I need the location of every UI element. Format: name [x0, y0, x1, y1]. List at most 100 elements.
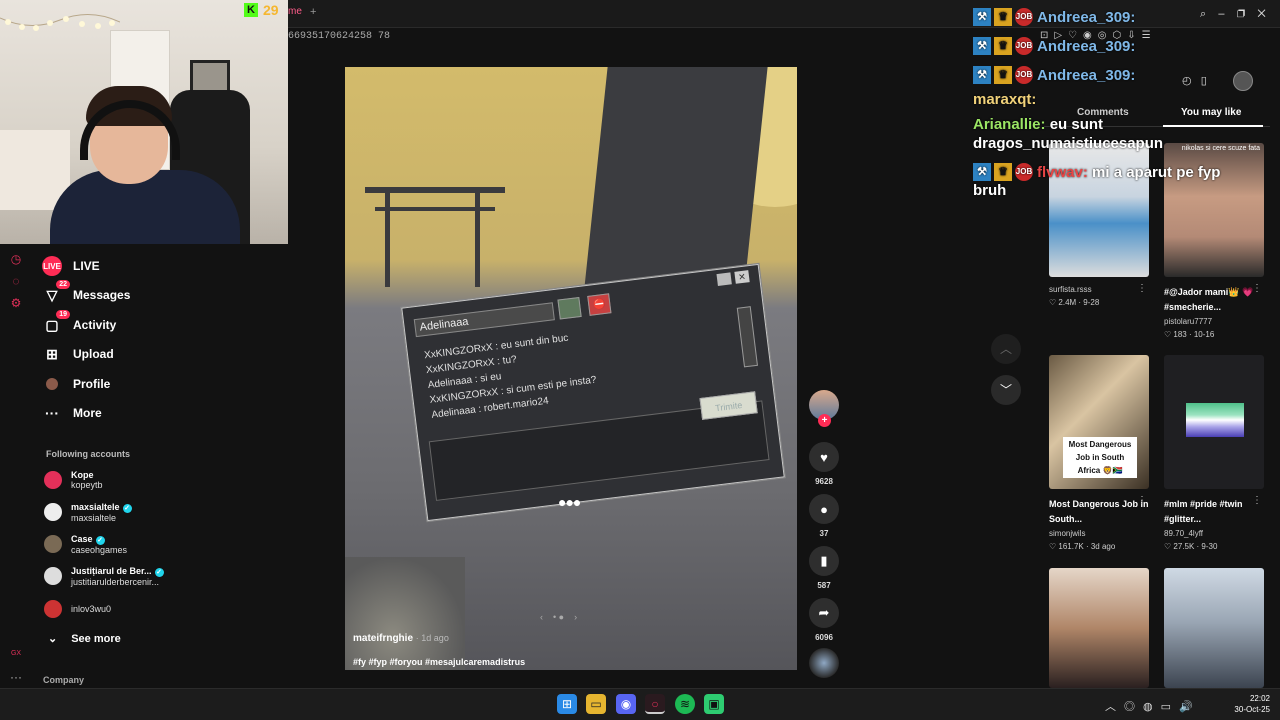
- chat-nick: Andreea_309:: [1037, 37, 1136, 55]
- phone-icon[interactable]: ▯: [1201, 75, 1207, 87]
- see-more-button[interactable]: ⌄ See more: [48, 632, 121, 645]
- save-button[interactable]: ▮ 587: [808, 546, 840, 590]
- hammer-badge-icon: ⚒: [973, 66, 991, 84]
- close-icon: ✕: [734, 270, 750, 284]
- window-controls[interactable]: ⌕ – ❐ ✕: [1200, 8, 1266, 21]
- loading-dots-icon: ●●●: [558, 494, 581, 510]
- panel-icons[interactable]: ◴ ▯: [1182, 74, 1207, 87]
- upload-icon: ⊞: [46, 345, 58, 362]
- activity-icon: ▢ 19: [42, 310, 70, 335]
- crown-badge-icon: ♛: [994, 163, 1012, 181]
- chat-nick: maraxqt:: [973, 91, 1037, 108]
- sidebar-item-more[interactable]: ··· More: [42, 400, 102, 426]
- sidebar-item-messages[interactable]: ▽ 22 Messages: [42, 280, 130, 308]
- webcam-overlay: [0, 0, 288, 244]
- account-item[interactable]: Case ✓ caseohgames: [44, 529, 127, 559]
- verified-icon: ✓: [95, 535, 105, 545]
- more-options-icon[interactable]: ⋮: [1137, 283, 1147, 294]
- share-button[interactable]: ➦ 6096: [808, 598, 840, 642]
- file-explorer-icon[interactable]: ▭: [586, 694, 606, 714]
- more-icon[interactable]: ···: [9, 670, 23, 684]
- account-item[interactable]: Justițiarul de Ber... ✓ justitiarulderberc…: [44, 561, 164, 591]
- crown-badge-icon: ♛: [994, 66, 1012, 84]
- send-icon: ▽ 22: [42, 280, 70, 305]
- chat-title: Adelinaaa: [413, 302, 555, 338]
- chat-block-icon: ⛔: [587, 293, 612, 316]
- see-more-label: See more: [71, 633, 121, 645]
- account-item[interactable]: maxsialtele ✓ maxsialtele: [44, 497, 132, 527]
- game-chat-window: Adelinaaa ⛔ ✕ XxKINGZORxX : eu sunt din …: [401, 263, 785, 522]
- chat-nick: flvwav:: [1037, 163, 1088, 181]
- company-link[interactable]: Company: [43, 675, 84, 685]
- post-date: · 1d ago: [415, 633, 449, 643]
- chat-message: dragos_numaistiucesapun: [973, 135, 1163, 152]
- sidebar-item-label: More: [73, 406, 102, 420]
- author-name: mateifrnghie: [353, 633, 414, 644]
- previous-video-button[interactable]: ︿: [991, 334, 1021, 364]
- more-options-icon[interactable]: ⋮: [1252, 495, 1262, 506]
- account-item[interactable]: Kope kopeytb: [44, 465, 103, 495]
- comment-button[interactable]: ● 37: [808, 494, 840, 538]
- kick-viewer-count: 29: [263, 2, 279, 18]
- account-handle: kopeytb: [71, 480, 103, 490]
- more-options-icon[interactable]: ⋮: [1252, 283, 1262, 294]
- sound-disc-icon[interactable]: [809, 648, 839, 678]
- account-handle: caseohgames: [71, 544, 128, 555]
- video-thumbnail: [1164, 568, 1264, 688]
- video-card[interactable]: [1049, 568, 1151, 688]
- sidebar-item-profile[interactable]: Profile: [42, 371, 110, 397]
- bookmark-icon: ▮: [809, 546, 839, 576]
- verified-icon: ✓: [122, 503, 132, 513]
- crown-badge-icon: ♛: [994, 37, 1012, 55]
- history-icon[interactable]: ◴: [1182, 75, 1192, 87]
- card-stats: ♡ 2.4M · 9-28: [1049, 298, 1100, 307]
- video-hashtags[interactable]: #fy #fyp #foryou #mesajulcaremadistrus: [353, 657, 525, 667]
- card-user: simonjwils: [1049, 529, 1086, 538]
- minimize-icon[interactable]: –: [1218, 8, 1224, 20]
- kick-logo-icon: K: [244, 3, 258, 17]
- video-card[interactable]: #mlm #pride #twin #glitter... 89.70_4lyf…: [1164, 355, 1266, 551]
- new-tab-button[interactable]: +: [310, 6, 316, 18]
- tab-you-may-like[interactable]: You may like: [1181, 107, 1241, 118]
- search-icon[interactable]: ⌕: [1200, 8, 1206, 20]
- chat-nick: Andreea_309:: [1037, 8, 1136, 26]
- sidebar-item-live[interactable]: LIVE LIVE: [42, 253, 100, 279]
- profile-icon: [42, 374, 62, 394]
- avatar: [44, 471, 62, 489]
- user-avatar[interactable]: [1233, 71, 1253, 91]
- sidebar-item-activity[interactable]: ▢ 19 Activity: [42, 310, 116, 338]
- settings-icon[interactable]: ⚙: [9, 296, 23, 310]
- app-icon[interactable]: ▣: [704, 694, 724, 714]
- activity-badge: 19: [56, 310, 70, 319]
- sidebar-item-upload[interactable]: ⊞ Upload: [42, 341, 114, 367]
- chat-icon[interactable]: ◌: [9, 274, 23, 288]
- account-item[interactable]: inlov3wu0: [44, 594, 111, 624]
- opera-gx-icon[interactable]: ○: [645, 694, 665, 714]
- gx-icon[interactable]: GX: [9, 650, 23, 664]
- clock-icon[interactable]: ◷: [9, 252, 23, 266]
- windows-taskbar: [0, 688, 1280, 720]
- video-thumbnail: [1049, 568, 1149, 688]
- system-tray[interactable]: ︿◎◍▭🔊: [1105, 698, 1201, 714]
- taskbar-clock[interactable]: 22:02 30-Oct-25: [1228, 693, 1270, 715]
- maximize-icon[interactable]: ❐: [1237, 8, 1245, 20]
- spotify-icon[interactable]: ≋: [675, 694, 695, 714]
- share-count: 6096: [815, 633, 833, 642]
- next-video-button[interactable]: ﹀: [991, 375, 1021, 405]
- like-button[interactable]: ♥ 9628: [808, 442, 840, 486]
- close-icon[interactable]: ✕: [1257, 8, 1265, 20]
- clock-time: 22:02: [1249, 694, 1270, 703]
- save-count: 587: [817, 581, 831, 590]
- discord-icon[interactable]: ◉: [616, 694, 636, 714]
- carousel-indicator[interactable]: ‹ • ● ›: [540, 612, 577, 622]
- more-options-icon[interactable]: ⋮: [1137, 495, 1147, 506]
- browser-tab[interactable]: me: [288, 6, 302, 17]
- hammer-badge-icon: ⚒: [973, 8, 991, 26]
- windows-start-icon[interactable]: ⊞: [557, 694, 577, 714]
- card-caption: Most Dangerous Job in South...: [1049, 499, 1149, 524]
- video-card[interactable]: [1164, 568, 1266, 688]
- video-author[interactable]: mateifrnghie · 1d ago: [353, 633, 449, 644]
- video-card[interactable]: Most Dangerous Job in South Africa 🦁🇿🇦 M…: [1049, 355, 1151, 551]
- follow-plus-icon[interactable]: +: [818, 414, 831, 427]
- card-user: pistolaru7777: [1164, 317, 1213, 326]
